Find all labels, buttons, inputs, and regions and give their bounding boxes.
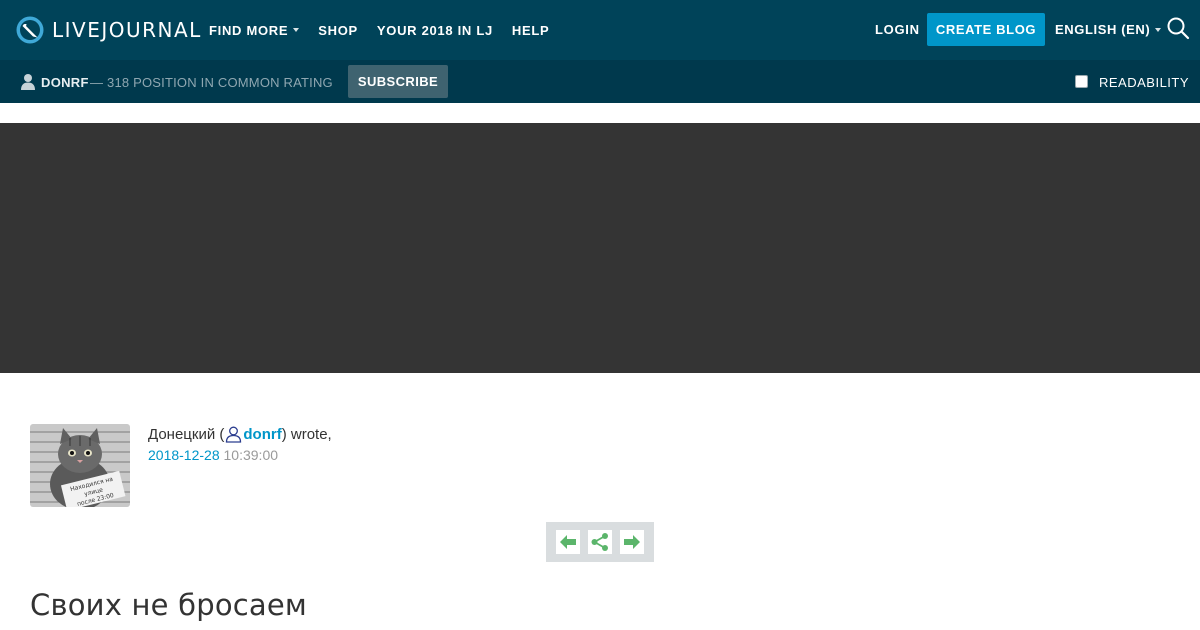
arrow-right-icon (624, 535, 640, 549)
post-author-line: Донецкий ( donrf ) wrote, (148, 426, 332, 443)
livejournal-logo[interactable]: LIVEJOURNAL (16, 15, 202, 45)
readability-label[interactable]: READABILITY (1099, 75, 1189, 90)
author-username-link[interactable]: donrf (243, 426, 281, 443)
avatar[interactable]: Находился на улице после 23:00 (30, 424, 130, 507)
top-navigation-bar: LIVEJOURNAL FIND MORE SHOP YOUR 2018 IN … (0, 0, 1200, 60)
nav-your-2018-label: YOUR 2018 IN LJ (376, 22, 493, 38)
journal-banner (0, 123, 1200, 373)
livejournal-logo-icon (16, 16, 44, 44)
nav-shop-label: SHOP (318, 22, 358, 38)
author-suffix: ) wrote, (281, 426, 332, 443)
nav-find-more[interactable]: FIND MORE (209, 22, 300, 38)
nav-find-more-label: FIND MORE (209, 22, 289, 38)
nav-shop[interactable]: SHOP (318, 23, 358, 38)
arrow-left-icon (560, 535, 576, 549)
post-date-link[interactable]: 2018-12-28 (148, 447, 220, 463)
nav-your-2018-in-lj[interactable]: YOUR 2018 IN LJ (377, 23, 493, 38)
nav-help[interactable]: HELP (512, 23, 549, 38)
language-label: ENGLISH (EN) (1055, 22, 1151, 37)
chevron-down-icon (1155, 27, 1162, 32)
subscribe-button[interactable]: SUBSCRIBE (348, 65, 448, 98)
logo-text: LIVEJOURNAL (52, 18, 202, 42)
cat-avatar-image: Находился на улице после 23:00 (30, 424, 130, 507)
previous-entry-button[interactable] (556, 530, 580, 554)
chevron-down-icon (293, 28, 300, 32)
language-selector[interactable]: ENGLISH (EN) (1055, 22, 1162, 37)
readability-checkbox[interactable] (1075, 75, 1088, 88)
create-blog-button[interactable]: CREATE BLOG (927, 13, 1045, 46)
userhead-icon[interactable] (225, 426, 242, 443)
search-icon[interactable] (1166, 16, 1190, 40)
author-name: Донецкий ( (148, 426, 225, 443)
entry-navigation (546, 522, 654, 562)
share-button[interactable] (588, 530, 612, 554)
journal-rating: — 318 POSITION IN COMMON RATING (90, 75, 333, 90)
nav-help-label: HELP (511, 22, 550, 38)
login-link[interactable]: LOGIN (875, 22, 920, 37)
next-entry-button[interactable] (620, 530, 644, 554)
share-icon (591, 533, 608, 551)
journal-bar: DONRF — 318 POSITION IN COMMON RATING SU… (0, 60, 1200, 103)
journal-username[interactable]: DONRF (41, 75, 89, 90)
post-time: 10:39:00 (223, 447, 279, 463)
main-nav: FIND MORE SHOP YOUR 2018 IN LJ HELP (209, 0, 568, 60)
post-title: Своих не бросаем (30, 588, 308, 622)
post-date: 2018-12-28 10:39:00 (148, 447, 278, 463)
user-icon (21, 74, 35, 90)
